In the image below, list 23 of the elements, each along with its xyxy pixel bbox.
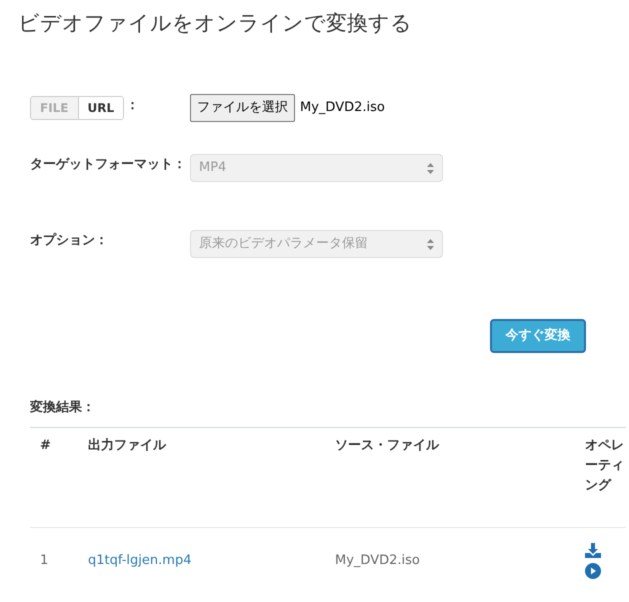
results-title: 変換結果： xyxy=(30,398,95,417)
mode-tab[interactable]: FILE xyxy=(31,97,78,119)
field-label: ターゲットフォーマット： xyxy=(30,156,187,174)
download-icon[interactable] xyxy=(585,542,601,558)
colon-text: ： xyxy=(126,97,140,115)
mode-tab[interactable]: URL xyxy=(78,97,124,119)
output-file-link[interactable]: q1tqf-lgjen.mp4 xyxy=(88,553,192,568)
field-label: オプション： xyxy=(30,232,109,250)
column-header: # xyxy=(30,428,73,528)
column-header: オペレーティング xyxy=(570,428,626,528)
table-cell: 1 xyxy=(30,528,73,594)
table-cell: My_DVD2.iso xyxy=(320,528,570,594)
page-title: ビデオファイルをオンラインで変換する xyxy=(18,10,412,37)
select-field[interactable]: 原来のビデオパラメータ保留 xyxy=(190,230,443,258)
convert-button[interactable]: 今すぐ変換 xyxy=(490,319,586,353)
choose-file-button[interactable]: ファイルを選択 xyxy=(190,94,295,122)
play-icon[interactable] xyxy=(585,562,601,579)
select-arrows-icon xyxy=(427,238,434,250)
file-name: My_DVD2.iso xyxy=(300,99,385,118)
select-arrows-icon xyxy=(427,162,434,174)
column-header: 出力ファイル xyxy=(73,428,320,528)
select-field[interactable]: MP4 xyxy=(190,154,443,182)
column-header: ソース・ファイル xyxy=(320,428,570,528)
